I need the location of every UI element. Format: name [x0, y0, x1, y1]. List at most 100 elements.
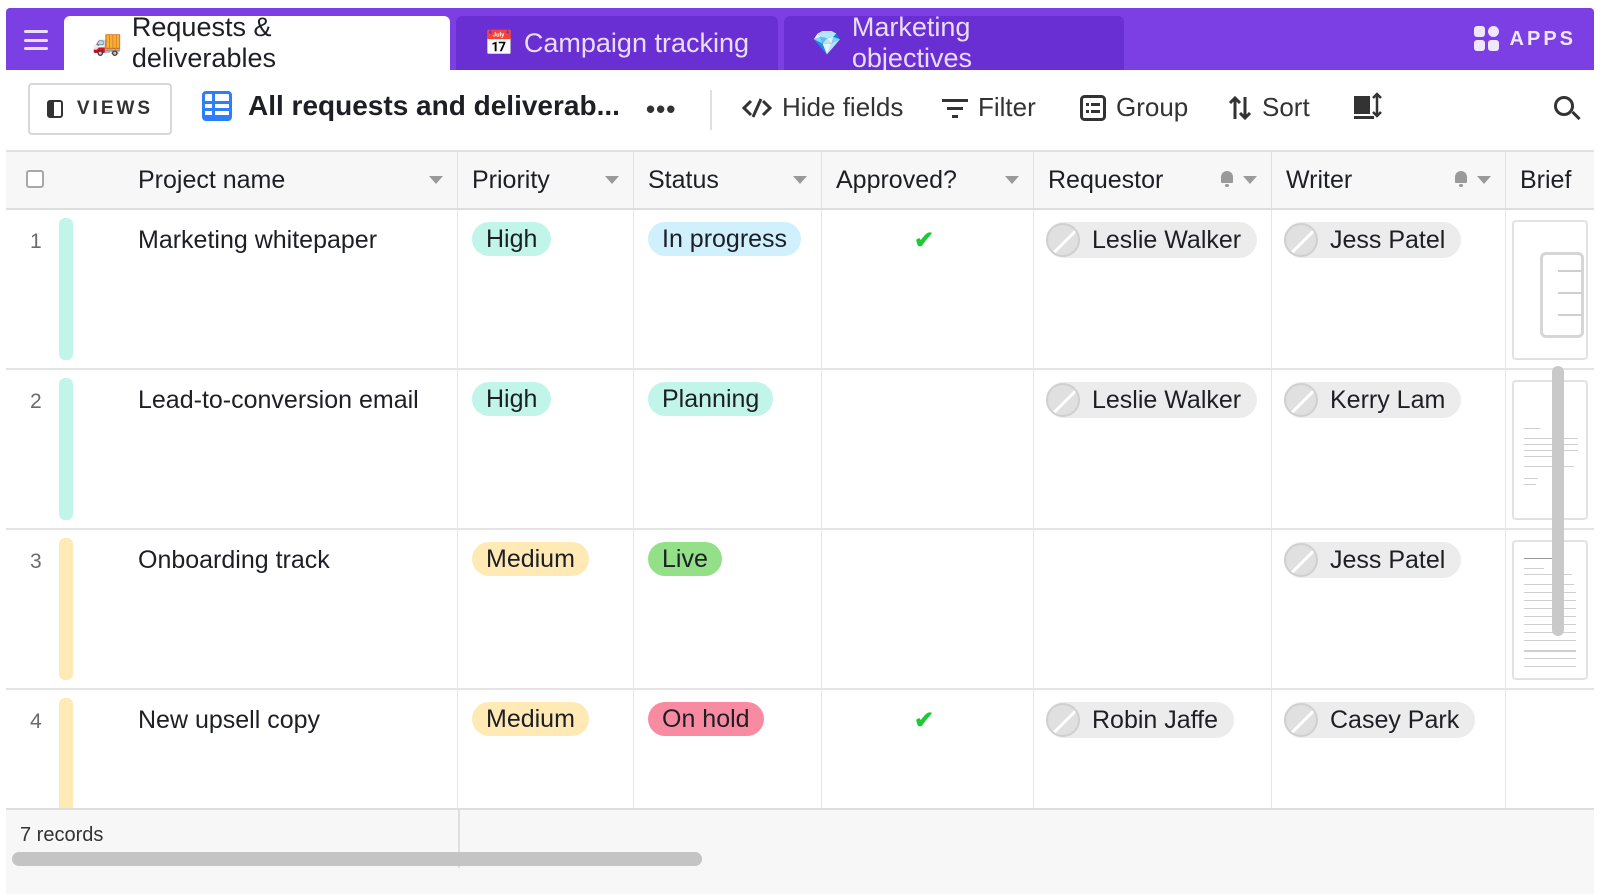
row-number: 4 — [30, 710, 42, 733]
collaborator-name: Leslie Walker — [1092, 385, 1242, 414]
collaborator-chip[interactable]: Jess Patel — [1284, 542, 1462, 578]
priority-cell[interactable]: High — [458, 210, 634, 368]
priority-cell[interactable]: High — [458, 370, 634, 528]
collaborator-chip[interactable]: Casey Park — [1284, 702, 1476, 738]
truck-icon: 🚚 — [92, 29, 122, 57]
collaborator-name: Casey Park — [1330, 705, 1460, 734]
column-header-status[interactable]: Status — [634, 152, 822, 208]
collaborator-chip[interactable]: Kerry Lam — [1284, 382, 1462, 418]
search-icon[interactable] — [1554, 96, 1574, 116]
column-label: Status — [648, 165, 719, 194]
apps-button[interactable]: APPS — [1473, 26, 1576, 52]
tab-requests-deliverables[interactable]: 🚚 Requests & deliverables — [64, 12, 450, 73]
column-label: Writer — [1286, 165, 1353, 194]
hide-fields-icon — [742, 97, 772, 118]
chevron-down-icon[interactable] — [429, 176, 443, 184]
requestor-cell[interactable]: Robin Jaffe — [1034, 690, 1272, 808]
column-header-project-name[interactable]: Project name — [6, 152, 458, 208]
chevron-down-icon[interactable] — [1477, 176, 1491, 184]
requestor-cell[interactable]: Leslie Walker — [1034, 210, 1272, 368]
checkmark-icon: ✔ — [914, 227, 935, 254]
horizontal-scrollbar[interactable] — [12, 852, 702, 866]
project-name: Onboarding track — [138, 546, 330, 574]
row-color-bar — [59, 698, 73, 808]
avatar — [1046, 703, 1080, 737]
views-button[interactable]: VIEWS — [28, 83, 172, 135]
writer-cell[interactable]: Jess Patel — [1272, 530, 1506, 688]
collaborator-name: Jess Patel — [1330, 545, 1446, 574]
status-cell[interactable]: Live — [634, 530, 822, 688]
brief-cell[interactable] — [1506, 370, 1594, 528]
avatar — [1046, 383, 1080, 417]
chevron-down-icon[interactable] — [1243, 176, 1257, 184]
table-row[interactable]: 3 Onboarding track Medium Live Jess Pate… — [6, 530, 1594, 690]
collaborator-chip[interactable]: Robin Jaffe — [1046, 702, 1235, 738]
view-switcher[interactable]: All requests and deliverab... — [202, 90, 620, 122]
priority-pill: Medium — [472, 542, 589, 576]
collaborator-chip[interactable]: Leslie Walker — [1046, 222, 1258, 258]
hide-fields-button[interactable]: Hide fields — [742, 92, 903, 123]
priority-cell[interactable]: Medium — [458, 690, 634, 808]
filter-button[interactable]: Filter — [942, 92, 1036, 123]
tab-label: Marketing objectives — [851, 12, 972, 73]
menu-icon[interactable] — [24, 30, 48, 50]
column-label: Project name — [138, 165, 286, 194]
collaborator-chip[interactable]: Leslie Walker — [1046, 382, 1258, 418]
collaborator-chip[interactable]: Jess Patel — [1284, 222, 1462, 258]
status-pill: On hold — [648, 702, 764, 736]
column-header-approved[interactable]: Approved? — [822, 152, 1034, 208]
brief-cell[interactable] — [1506, 210, 1594, 368]
approved-cell[interactable]: ✔ — [822, 690, 1034, 808]
chevron-down-icon[interactable] — [793, 176, 807, 184]
brief-attachment-thumbnail[interactable] — [1512, 540, 1588, 680]
vertical-scrollbar[interactable] — [1552, 366, 1564, 636]
primary-cell[interactable]: 4 New upsell copy — [6, 690, 458, 808]
writer-cell[interactable]: Kerry Lam — [1272, 370, 1506, 528]
priority-cell[interactable]: Medium — [458, 530, 634, 688]
row-height-button[interactable] — [1352, 92, 1382, 120]
tab-label: Requests & deliverables — [131, 12, 276, 73]
avatar — [1284, 383, 1318, 417]
writer-cell[interactable]: Jess Patel — [1272, 210, 1506, 368]
column-header-requestor[interactable]: Requestor — [1034, 152, 1272, 208]
column-header-writer[interactable]: Writer — [1272, 152, 1506, 208]
apps-label: APPS — [1509, 27, 1576, 50]
chevron-down-icon[interactable] — [1005, 176, 1019, 184]
brief-cell[interactable] — [1506, 690, 1594, 808]
table-row[interactable]: 2 Lead-to-conversion email High Planning… — [6, 370, 1594, 530]
requestor-cell[interactable] — [1034, 530, 1272, 688]
status-cell[interactable]: In progress — [634, 210, 822, 368]
brief-attachment-thumbnail[interactable] — [1512, 380, 1588, 520]
requestor-cell[interactable]: Leslie Walker — [1034, 370, 1272, 528]
brief-cell[interactable] — [1506, 530, 1594, 688]
table-row[interactable]: 1 Marketing whitepaper High In progress … — [6, 210, 1594, 370]
view-more-button[interactable]: ••• — [646, 94, 676, 125]
column-header-priority[interactable]: Priority — [458, 152, 634, 208]
primary-cell[interactable]: 2 Lead-to-conversion email — [6, 370, 458, 528]
table-row[interactable]: 4 New upsell copy Medium On hold ✔ Robin… — [6, 690, 1594, 808]
primary-cell[interactable]: 1 Marketing whitepaper — [6, 210, 458, 368]
group-button[interactable]: Group — [1080, 92, 1188, 123]
status-cell[interactable]: Planning — [634, 370, 822, 528]
approved-cell[interactable] — [822, 370, 1034, 528]
writer-cell[interactable]: Casey Park — [1272, 690, 1506, 808]
row-height-icon — [1354, 92, 1382, 119]
approved-cell[interactable] — [822, 530, 1034, 688]
approved-cell[interactable]: ✔ — [822, 210, 1034, 368]
avatar — [1284, 223, 1318, 257]
tab-campaign-tracking[interactable]: 📅 Campaign tracking — [456, 16, 778, 70]
brief-attachment-thumbnail[interactable] — [1512, 220, 1588, 360]
tab-label: Campaign tracking — [523, 27, 750, 58]
tab-marketing-objectives[interactable]: 💎 Marketing objectives — [784, 12, 1124, 73]
status-cell[interactable]: On hold — [634, 690, 822, 808]
collaborator-name: Leslie Walker — [1092, 225, 1242, 254]
select-all-checkbox[interactable] — [26, 170, 44, 188]
primary-cell[interactable]: 3 Onboarding track — [6, 530, 458, 688]
column-header-brief[interactable]: Brief — [1506, 152, 1594, 208]
view-toolbar: VIEWS All requests and deliverab... ••• … — [6, 70, 1594, 152]
grid-header: Project name Priority Status Approved? R… — [6, 152, 1594, 210]
chevron-down-icon[interactable] — [605, 176, 619, 184]
collaborator-name: Kerry Lam — [1330, 385, 1446, 414]
avatar — [1284, 543, 1318, 577]
sort-button[interactable]: Sort — [1228, 92, 1310, 123]
